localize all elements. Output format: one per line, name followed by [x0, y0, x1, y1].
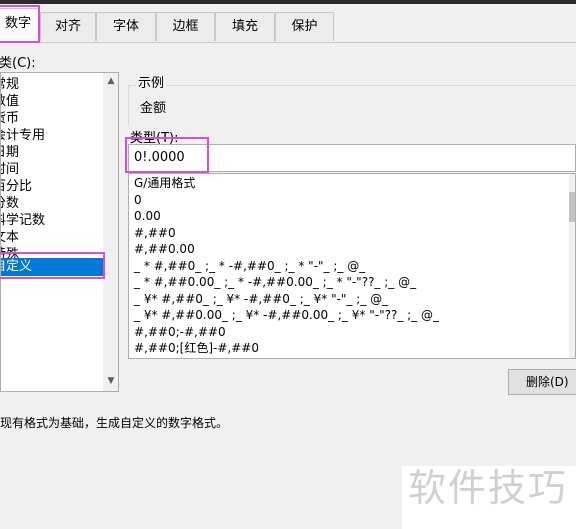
tab-border[interactable]: 边框	[156, 12, 215, 41]
type-input[interactable]: 0!.0000	[128, 144, 576, 172]
format-item[interactable]: _ ¥* #,##0_ ;_ ¥* -#,##0_ ;_ ¥* "-"_ ;_ …	[134, 291, 388, 307]
delete-button[interactable]: 删除(D)	[508, 369, 576, 395]
category-item-currency[interactable]: 货币	[1, 110, 103, 127]
category-item-time[interactable]: 时间	[1, 161, 103, 178]
format-item[interactable]: #,##0.00	[134, 241, 195, 257]
scroll-down-icon[interactable]: ▼	[103, 376, 118, 386]
sample-group-border-top	[128, 85, 136, 86]
tab-font[interactable]: 字体	[96, 12, 156, 41]
format-item[interactable]: _ * #,##0_ ;_ * -#,##0_ ;_ * "-"_ ;_ @_	[134, 258, 365, 274]
sample-group-border	[128, 85, 129, 125]
scroll-up-icon[interactable]: ▲	[103, 76, 118, 86]
category-item-number[interactable]: 数值	[1, 93, 103, 110]
sample-label: 示例	[138, 76, 165, 91]
category-item-text[interactable]: 文本	[1, 229, 103, 246]
description-text: 以现有格式为基础，生成自定义的数字格式。	[0, 416, 229, 430]
sample-value: 金额	[140, 101, 167, 116]
format-item[interactable]: #,##0	[134, 225, 176, 241]
category-list[interactable]: 常规 数值 货币 会计专用 日期 时间 百分比 分数 科学记数 文本 特殊 自定…	[0, 72, 119, 392]
watermark: 软件技巧	[402, 466, 576, 529]
format-list[interactable]: G/通用格式 0 0.00 #,##0 #,##0.00 _ * #,##0_ …	[128, 173, 576, 359]
tab-strip: 数字 对齐 字体 边框 填充 保护	[0, 4, 576, 43]
category-item-general[interactable]: 常规	[1, 76, 103, 93]
category-item-custom[interactable]: 自定义	[1, 258, 103, 276]
format-item[interactable]: 0	[134, 192, 142, 208]
category-scrollbar[interactable]: ▲ ▼	[103, 73, 118, 391]
format-scrollbar[interactable]	[569, 174, 575, 358]
category-item-date[interactable]: 日期	[1, 144, 103, 161]
format-item[interactable]: G/通用格式	[134, 175, 195, 191]
format-item[interactable]: _ * #,##0.00_ ;_ * -#,##0.00_ ;_ * "-"??…	[134, 274, 416, 290]
category-item-scientific[interactable]: 科学记数	[1, 212, 103, 229]
sample-group-border-top-right	[166, 85, 576, 86]
tab-protection[interactable]: 保护	[275, 12, 334, 41]
category-item-fraction[interactable]: 分数	[1, 195, 103, 212]
tab-alignment[interactable]: 对齐	[40, 12, 96, 41]
tab-number[interactable]: 数字	[0, 8, 40, 43]
format-item[interactable]: #,##0;-#,##0	[134, 324, 226, 340]
category-item-accounting[interactable]: 会计专用	[1, 127, 103, 144]
format-item[interactable]: #,##0;[红色]-#,##0	[134, 340, 259, 356]
format-item[interactable]: _ ¥* #,##0.00_ ;_ ¥* -#,##0.00_ ;_ ¥* "-…	[134, 307, 439, 323]
category-label: 分类(C):	[0, 56, 36, 71]
format-scroll-thumb[interactable]	[569, 192, 575, 222]
category-item-percentage[interactable]: 百分比	[1, 178, 103, 195]
format-item[interactable]: 0.00	[134, 208, 161, 224]
tab-fill[interactable]: 填充	[215, 12, 275, 41]
